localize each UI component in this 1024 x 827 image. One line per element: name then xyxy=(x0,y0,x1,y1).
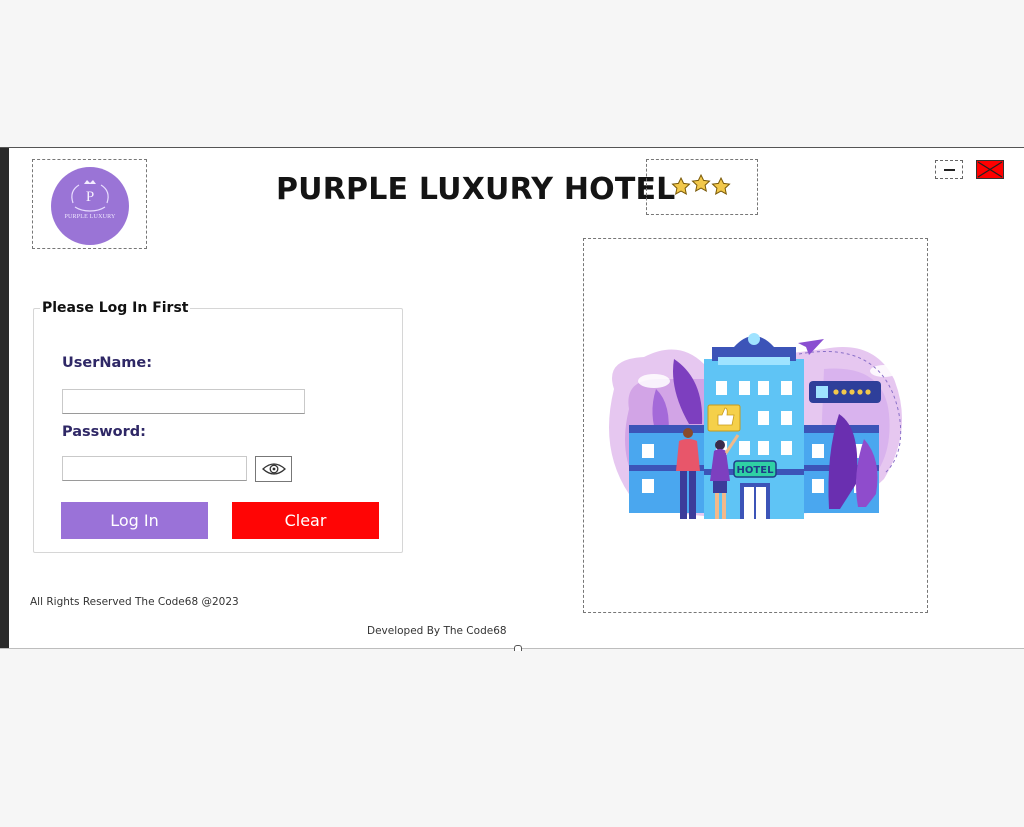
logo-crest-icon: P xyxy=(71,180,109,212)
show-password-button[interactable] xyxy=(255,456,292,482)
password-label: Password: xyxy=(62,424,146,440)
hotel-logo: P PURPLE LUXURY xyxy=(32,159,147,249)
logo-text: PURPLE LUXURY xyxy=(64,214,116,220)
resize-handle xyxy=(514,645,522,651)
star-rating xyxy=(646,159,758,215)
close-button[interactable] xyxy=(976,160,1004,179)
copyright-text: All Rights Reserved The Code68 @2023 xyxy=(30,596,239,608)
login-panel-title: Please Log In First xyxy=(40,300,191,316)
app-title: PURPLE LUXURY HOTEL xyxy=(276,172,676,207)
window-left-edge xyxy=(0,148,9,648)
username-label: UserName: xyxy=(62,355,153,371)
login-panel: Please Log In First UserName: Password: … xyxy=(33,300,403,553)
close-x-icon xyxy=(977,161,1003,178)
login-button[interactable]: Log In xyxy=(61,502,208,539)
developer-credit: Developed By The Code68 xyxy=(367,625,507,637)
app-window: P PURPLE LUXURY PURPLE LUXURY HOTEL Plea… xyxy=(0,147,1024,651)
hotel-illustration: HOTEL xyxy=(583,238,928,613)
username-input[interactable] xyxy=(62,389,305,414)
logo-badge: P PURPLE LUXURY xyxy=(51,167,129,245)
hotel-illustration-art: HOTEL xyxy=(609,333,902,519)
password-input[interactable] xyxy=(62,456,247,481)
star-icon xyxy=(671,173,731,195)
clear-button[interactable]: Clear xyxy=(232,502,379,539)
minimize-button[interactable] xyxy=(935,160,963,179)
eye-icon xyxy=(262,463,286,475)
logo-letter: P xyxy=(86,189,94,205)
hotel-sign-text: HOTEL xyxy=(737,465,775,476)
